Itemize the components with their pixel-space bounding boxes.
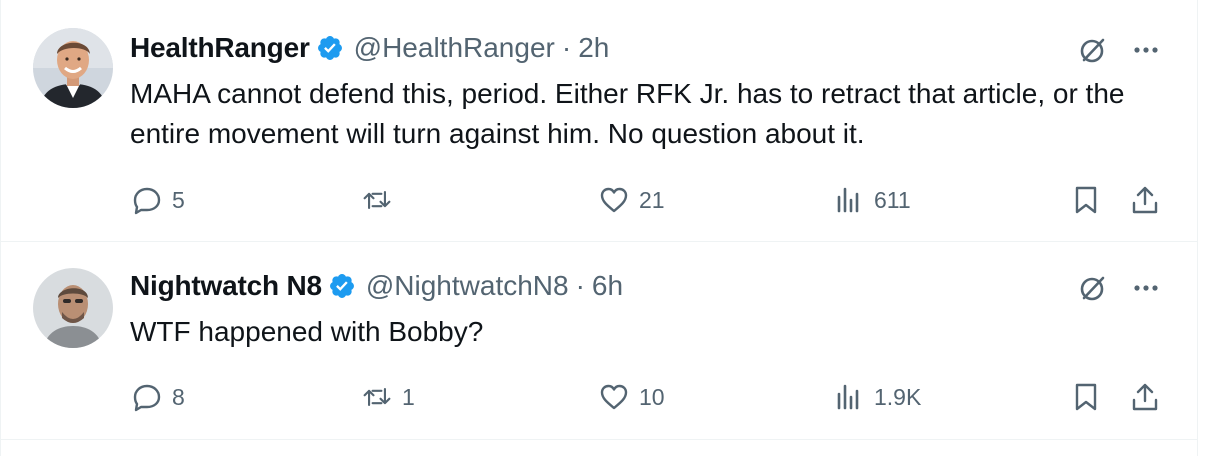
tweet-header: Nightwatch N8 @NightwatchN8 · 6h [130, 268, 623, 304]
verified-badge-icon[interactable] [316, 34, 344, 62]
views-icon [834, 382, 864, 412]
like-icon [599, 185, 629, 215]
retweet-button[interactable]: 1 [362, 379, 415, 415]
like-icon [599, 382, 629, 412]
share-icon [1130, 382, 1160, 412]
bookmark-button[interactable] [1071, 379, 1101, 415]
share-button[interactable] [1130, 379, 1160, 415]
tweet-text: WTF happened with Bobby? [130, 316, 484, 347]
avatar[interactable] [33, 268, 113, 348]
like-count: 10 [639, 383, 665, 410]
share-icon [1130, 185, 1160, 215]
views-icon [834, 185, 864, 215]
like-button[interactable]: 21 [599, 182, 665, 218]
retweet-button[interactable] [362, 182, 402, 218]
retweet-icon [362, 382, 392, 412]
reply-count: 8 [172, 383, 185, 410]
separator: · [575, 270, 585, 301]
timeline-feed: HealthRanger @HealthRanger · 2h MAHA can… [0, 0, 1214, 456]
views-button[interactable]: 1.9K [834, 379, 921, 415]
retweet-icon [362, 185, 392, 215]
grok-icon[interactable] [1078, 273, 1108, 303]
separator: · [561, 32, 572, 63]
more-icon[interactable] [1131, 35, 1161, 65]
like-count: 21 [639, 186, 665, 213]
reply-button[interactable]: 5 [132, 182, 185, 218]
author-handle[interactable]: @HealthRanger [354, 32, 555, 64]
views-count: 611 [874, 186, 911, 213]
tweet-text: MAHA cannot defend this, period. Either … [130, 78, 1125, 149]
tweet[interactable]: HealthRanger @HealthRanger · 2h MAHA can… [0, 0, 1198, 242]
views-count: 1.9K [874, 383, 922, 410]
share-button[interactable] [1130, 182, 1160, 218]
retweet-count: 1 [402, 383, 415, 410]
author-name[interactable]: Nightwatch N8 [130, 270, 322, 302]
bookmark-button[interactable] [1071, 182, 1101, 218]
like-button[interactable]: 10 [599, 379, 665, 415]
reply-button[interactable]: 8 [132, 379, 185, 415]
tweet-actions: 5 21 611 [130, 182, 1170, 218]
verified-badge-icon[interactable] [328, 272, 356, 300]
timestamp[interactable]: 2h [578, 32, 609, 64]
grok-icon[interactable] [1078, 35, 1108, 65]
views-button[interactable]: 611 [834, 182, 911, 218]
timestamp[interactable]: 6h [592, 270, 623, 302]
tweet-actions: 8 1 10 1.9K [130, 379, 1170, 415]
tweet[interactable]: Nightwatch N8 @NightwatchN8 · 6h WTF hap… [0, 242, 1198, 440]
avatar[interactable] [33, 28, 113, 108]
reply-count: 5 [172, 186, 185, 213]
tweet-header: HealthRanger @HealthRanger · 2h [130, 30, 609, 66]
bookmark-icon [1071, 185, 1101, 215]
reply-icon [132, 382, 162, 412]
reply-icon [132, 185, 162, 215]
bookmark-icon [1071, 382, 1101, 412]
author-name[interactable]: HealthRanger [130, 32, 310, 64]
more-icon[interactable] [1131, 273, 1161, 303]
author-handle[interactable]: @NightwatchN8 [366, 270, 569, 302]
